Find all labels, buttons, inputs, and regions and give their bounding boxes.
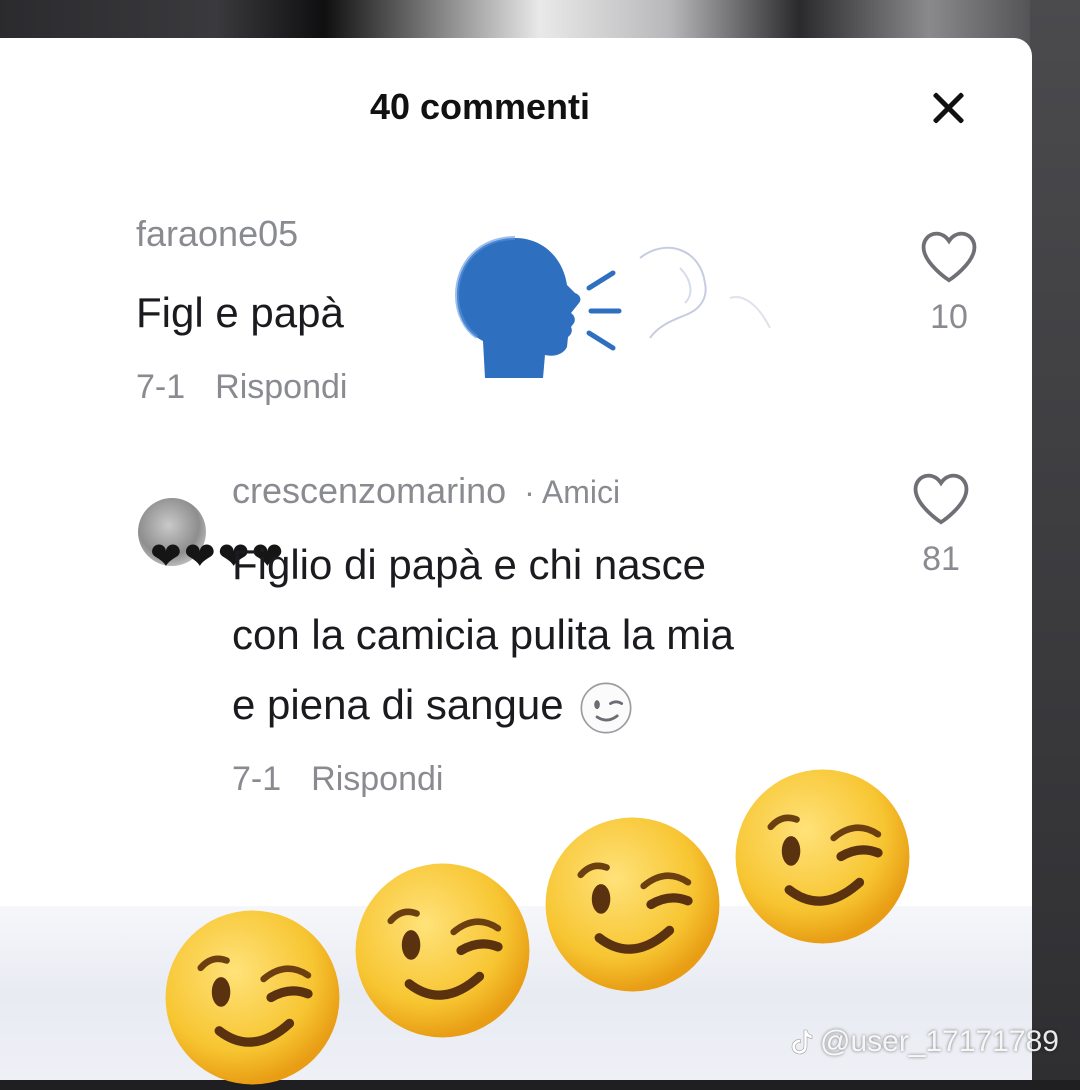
- like-button[interactable]: 81: [906, 470, 976, 579]
- wink-emoji-sticker: [355, 863, 530, 1038]
- comment-text: Figlio di papà e chi nasce con la camici…: [232, 530, 734, 740]
- reply-button[interactable]: Rispondi: [311, 760, 443, 798]
- watermark: @user_17171789: [790, 1025, 1059, 1059]
- friend-badge: · Amici: [524, 474, 621, 510]
- wink-emoji-sticker: [165, 910, 340, 1085]
- like-count: 10: [930, 298, 968, 336]
- heart-outline-icon[interactable]: [918, 228, 980, 284]
- tiktok-logo-icon: [791, 1029, 813, 1055]
- wink-emoji-sticker: [735, 769, 910, 944]
- speaking-head-sticker: [455, 236, 622, 378]
- comment-username[interactable]: faraone05: [136, 213, 298, 255]
- wink-emoji-icon: [580, 682, 632, 734]
- comment-text: Figl e papà: [136, 289, 344, 336]
- wink-emoji-sticker: [545, 817, 720, 992]
- comment-username-row: crescenzomarino · Amici: [232, 470, 620, 512]
- comment-meta: 7-1 Rispondi: [136, 368, 347, 407]
- comment-text-line: e piena di sangue: [232, 670, 734, 740]
- reply-button[interactable]: Rispondi: [215, 368, 347, 406]
- faint-head-sketch: [639, 246, 771, 339]
- close-icon[interactable]: [928, 88, 968, 128]
- comment-text-line: con la camicia pulita la mia: [232, 611, 734, 658]
- like-count: 81: [922, 540, 960, 578]
- comments-count-title: 40 commenti: [369, 86, 591, 127]
- watermark-handle: @user_17171789: [820, 1025, 1059, 1058]
- comment-date: 7-1: [136, 368, 186, 406]
- comment-date: 7-1: [232, 760, 282, 798]
- comment-meta: 7-1 Rispondi: [232, 760, 443, 799]
- comment-username[interactable]: crescenzomarino: [232, 470, 506, 511]
- like-button[interactable]: 10: [914, 228, 984, 337]
- background-edge: [1030, 0, 1080, 1080]
- heart-outline-icon[interactable]: [910, 470, 972, 526]
- comment-text-line: Figlio di papà e chi nasce: [232, 541, 706, 588]
